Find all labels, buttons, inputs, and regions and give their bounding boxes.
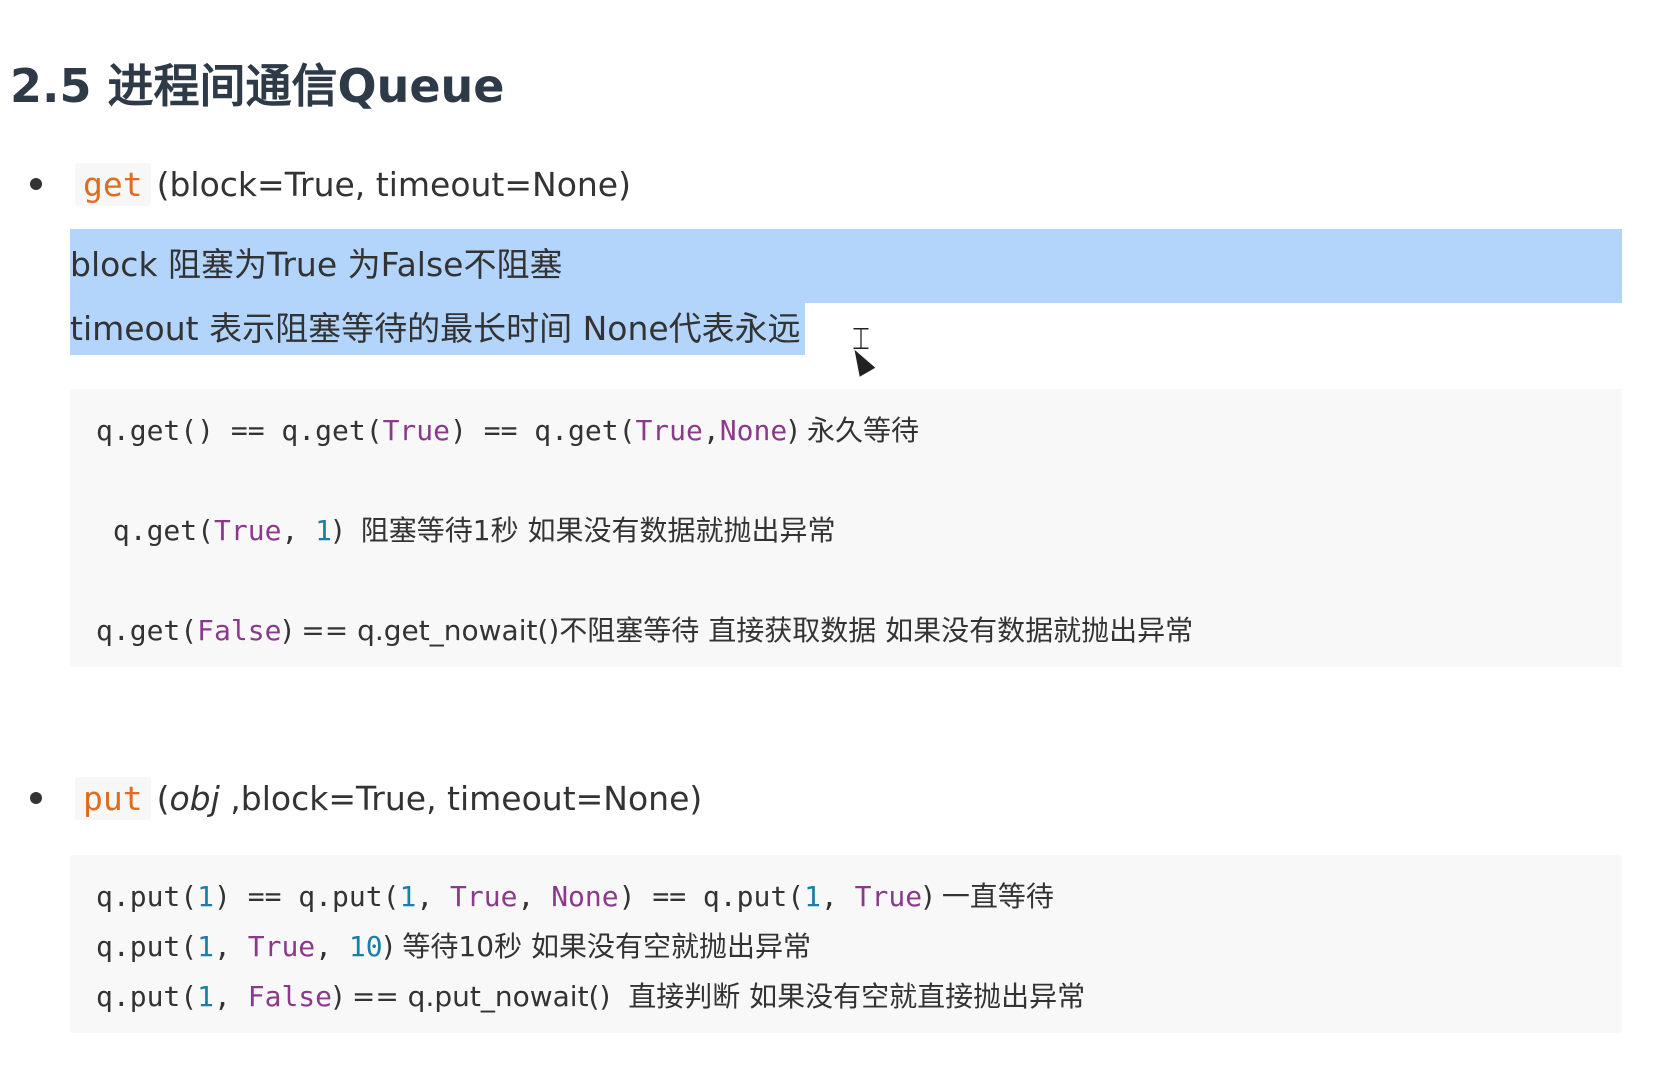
bullet-dot-icon: [30, 177, 42, 190]
code-line: q.get(False) == q.get_nowait()不阻塞等待 直接获取…: [96, 614, 1194, 647]
get-bullet: get (block=True, timeout=None): [30, 163, 631, 207]
section-heading: 2.5 进程间通信Queue: [10, 58, 505, 114]
document-page: 2.5 进程间通信Queue get (block=True, timeout=No…: [0, 0, 1672, 1068]
code-line: q.put(1, False) == q.put_nowait() 直接判断 如…: [96, 980, 1086, 1013]
section-number: 2.5: [10, 59, 92, 113]
selected-text-timeout[interactable]: timeout 表示阻塞等待的最长时间 None代表永远: [70, 309, 801, 348]
put-method-name[interactable]: put: [75, 777, 151, 820]
mouse-pointer-icon: [846, 345, 876, 377]
code-line: q.put(1, True, 10) 等待10秒 如果没有空就抛出异常: [96, 930, 811, 963]
put-code-block: q.put(1) == q.put(1, True, None) == q.pu…: [70, 855, 1622, 1033]
section-title: 进程间通信Queue: [107, 59, 505, 113]
get-method-name[interactable]: get: [75, 163, 151, 206]
put-params: (obj ,block=True, timeout=None): [156, 779, 703, 818]
code-line: q.get() == q.get(True) == q.get(True,Non…: [96, 414, 920, 447]
code-line: q.put(1) == q.put(1, True, None) == q.pu…: [96, 880, 1054, 913]
put-bullet: put (obj ,block=True, timeout=None): [30, 777, 702, 821]
bullet-dot-icon: [30, 791, 42, 804]
selected-line-block[interactable]: block 阻塞为True 为False不阻塞: [70, 229, 1622, 303]
code-line: q.get(True, 1) 阻塞等待1秒 如果没有数据就抛出异常: [96, 514, 836, 547]
selected-text-block[interactable]: block 阻塞为True 为False不阻塞: [70, 245, 562, 284]
get-code-block: q.get() == q.get(True) == q.get(True,Non…: [70, 389, 1622, 667]
get-params: (block=True, timeout=None): [156, 165, 631, 204]
selected-line-timeout[interactable]: timeout 表示阻塞等待的最长时间 None代表永远: [70, 303, 805, 355]
